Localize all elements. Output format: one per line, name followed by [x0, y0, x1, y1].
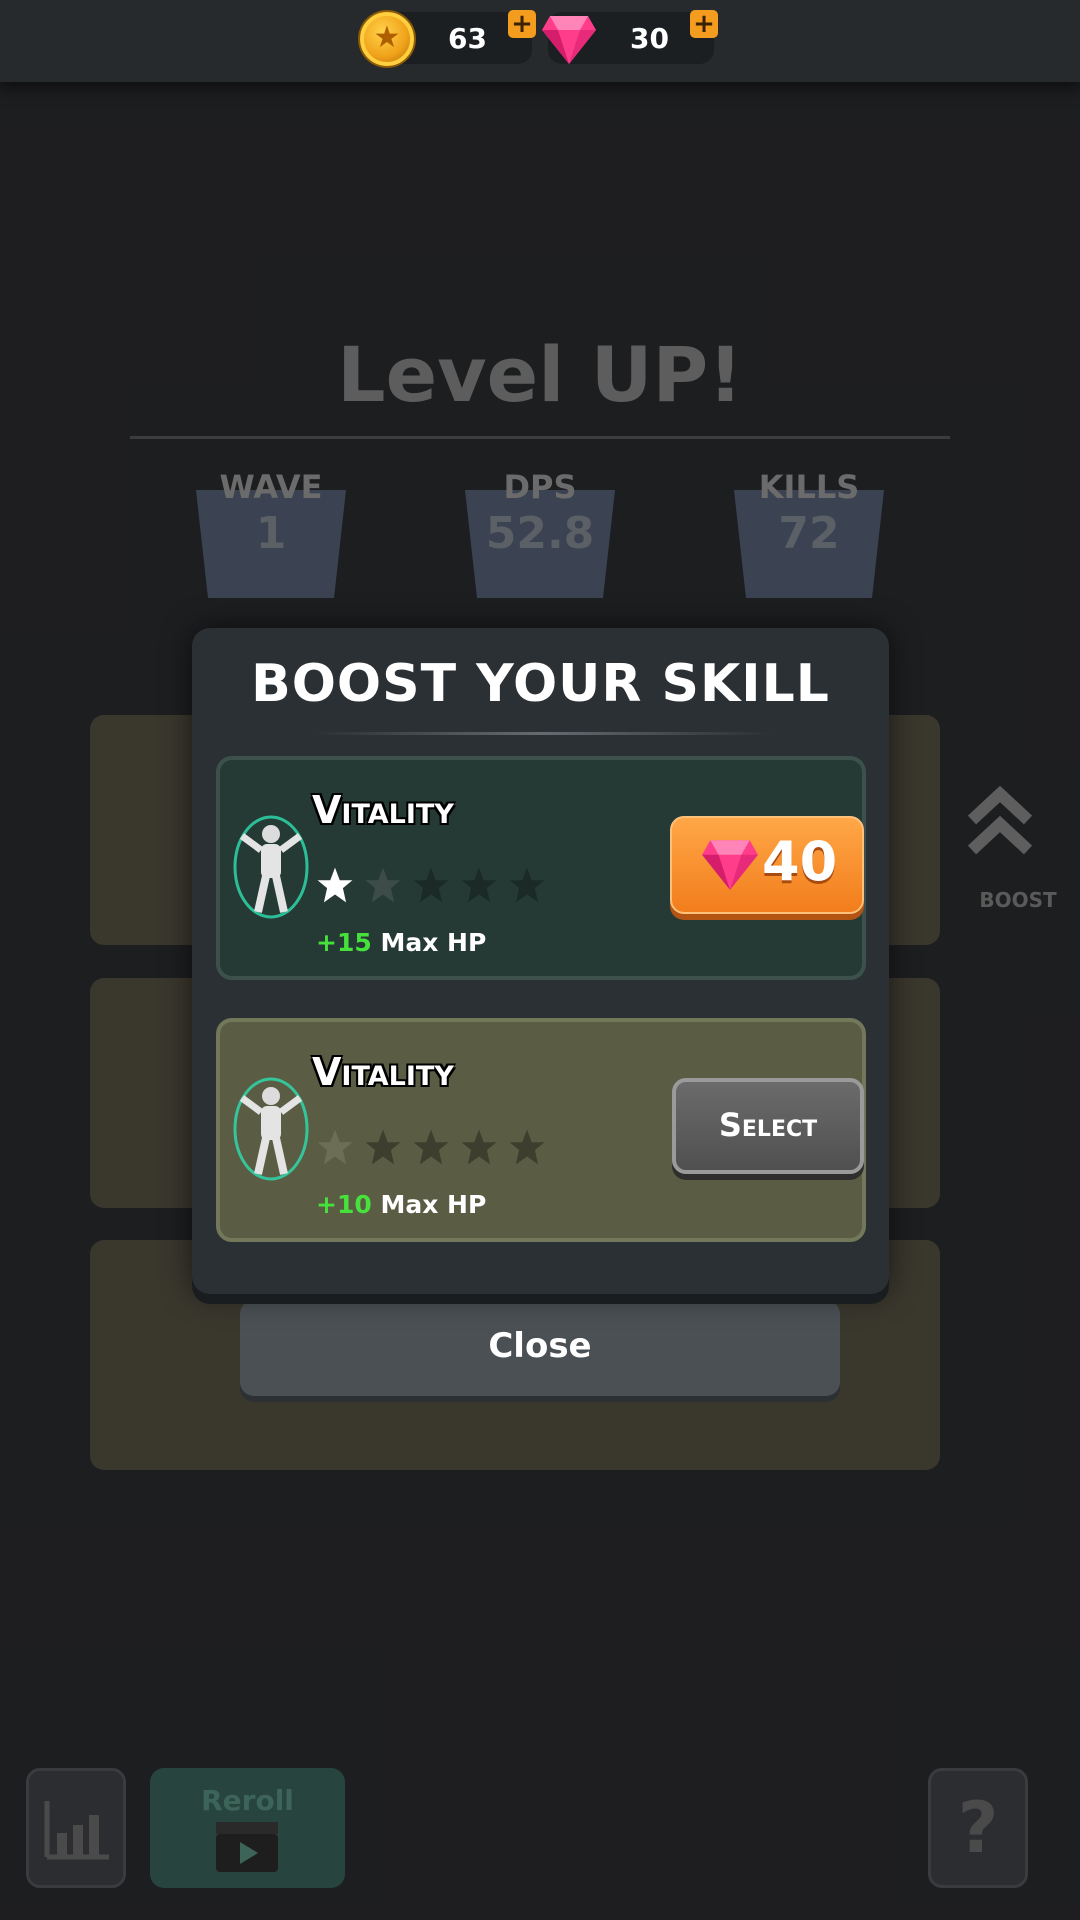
gem-icon [542, 16, 596, 64]
star-empty-icon [413, 1129, 449, 1165]
currency-bar: 63 ★ + 30 + [0, 0, 1080, 82]
star-empty-icon [509, 1129, 545, 1165]
coin-icon: ★ [360, 12, 414, 66]
add-gems-button[interactable]: + [690, 10, 718, 38]
wave-value: 1 [255, 508, 287, 559]
close-button[interactable]: Close [240, 1300, 840, 1396]
skill-option-2[interactable]: Vitality +10 Max HP Select [216, 1018, 866, 1242]
add-coins-button[interactable]: + [508, 10, 536, 38]
wave-label: WAVE [219, 468, 323, 506]
modal-title: BOOST YOUR SKILL [251, 654, 830, 714]
gem-icon [702, 840, 758, 890]
skill-stat: Max HP [380, 928, 487, 957]
help-button[interactable]: ? [928, 1768, 1028, 1888]
select-button[interactable]: Select [672, 1078, 864, 1174]
boost-chevron-icon [968, 785, 1032, 855]
skill-bonus: +10 [316, 1190, 372, 1219]
skill-name: Vitality [312, 1050, 454, 1094]
star-empty-icon [365, 867, 401, 903]
level-up-title: Level UP! [337, 330, 743, 419]
vitality-hero-icon [233, 1077, 309, 1181]
star-empty-icon [317, 1129, 353, 1165]
kills-label: KILLS [758, 468, 860, 506]
gem-amount: 30 [630, 22, 669, 55]
stats-button[interactable] [26, 1768, 126, 1888]
dps-label: DPS [503, 468, 577, 506]
vitality-hero-icon [233, 815, 309, 919]
dps-value: 52.8 [485, 508, 595, 559]
star-filled-icon [317, 867, 353, 903]
star-empty-icon [461, 867, 497, 903]
skill-level-stars [316, 866, 556, 906]
coin-amount: 63 [448, 22, 487, 55]
star-empty-icon [509, 867, 545, 903]
star-empty-icon [365, 1129, 401, 1165]
boost-label: BOOST [979, 888, 1057, 912]
skill-bonus: +15 [316, 928, 372, 957]
reroll-button[interactable]: Reroll [150, 1768, 345, 1888]
gem-price: 40 [762, 830, 838, 893]
skill-name: Vitality [312, 788, 454, 832]
skill-description: +10 Max HP [316, 1190, 486, 1219]
title-divider [130, 436, 950, 439]
question-icon: ? [957, 1787, 999, 1869]
skill-level-stars [316, 1128, 556, 1168]
game-screen: 63 ★ + 30 + Level UP! WAVE 1 DPS 52.8 KI… [0, 0, 1080, 1920]
buy-with-gems-button[interactable]: 40 [670, 816, 864, 914]
modal-divider [312, 732, 772, 735]
skill-option-1[interactable]: Vitality +15 Max HP 40 [216, 756, 866, 980]
kills-value: 72 [778, 508, 840, 559]
star-empty-icon [461, 1129, 497, 1165]
reroll-label: Reroll [201, 1784, 294, 1817]
star-empty-icon [413, 867, 449, 903]
chart-icon [44, 1801, 109, 1860]
boost-skill-modal: BOOST YOUR SKILL Vitality +15 Max HP 40 … [192, 628, 889, 1294]
skill-stat: Max HP [380, 1190, 487, 1219]
video-clapper-icon [216, 1822, 278, 1872]
skill-description: +15 Max HP [316, 928, 486, 957]
